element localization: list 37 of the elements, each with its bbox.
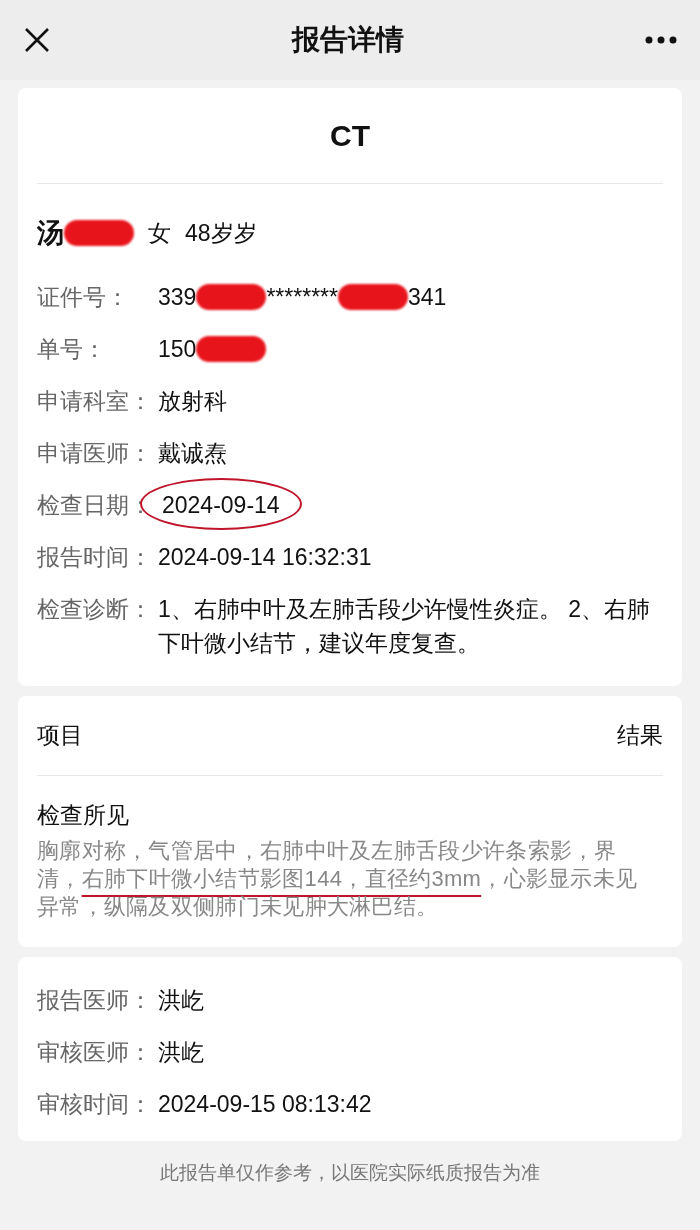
field-label: 申请医师： bbox=[37, 439, 153, 468]
field-label: 报告时间： bbox=[37, 543, 153, 572]
findings-text: 胸廓对称，气管居中，右肺中叶及左肺舌段少许条索影，界清，右肺下叶微小结节影图144，直径约3mm，心影显示未见异常，纵隔及双侧肺门未见肿大淋巴结。 bbox=[37, 836, 639, 921]
redaction-mark bbox=[196, 284, 267, 310]
value-text: 2024-09-14 16:32:31 bbox=[158, 543, 372, 572]
patient-sex: 女 bbox=[148, 218, 171, 248]
field-value: 洪屹 bbox=[158, 1037, 204, 1067]
patient-name: 汤 bbox=[37, 216, 64, 250]
field-value: 洪屹 bbox=[158, 985, 204, 1015]
redaction-mark bbox=[196, 336, 267, 362]
redaction-mark bbox=[338, 284, 408, 310]
column-header: 结果 bbox=[617, 721, 663, 751]
field-label: 证件号： bbox=[37, 283, 130, 312]
field-label: 报告医师： bbox=[37, 985, 153, 1015]
field-value: 2024-09-15 08:13:42 bbox=[158, 1089, 372, 1119]
value-text: ******** bbox=[266, 283, 338, 312]
field-label: 审核医师： bbox=[37, 1037, 153, 1067]
report-title: CT bbox=[330, 118, 370, 154]
value-text: 1、右肺中叶及左肺舌段少许慢性炎症。 2、右肺下叶微小结节，建议年度复查。 bbox=[158, 595, 651, 658]
field-label: 检查诊断： bbox=[37, 595, 153, 624]
more-icon bbox=[645, 36, 677, 44]
footer-note: 此报告单仅作参考，以医院实际纸质报告为准 bbox=[160, 1160, 540, 1185]
field-label: 申请科室： bbox=[37, 387, 153, 416]
column-header: 项目 bbox=[37, 721, 83, 751]
patient-age: 48岁岁 bbox=[185, 218, 257, 248]
close-icon bbox=[24, 27, 50, 53]
section-title: 检查所见 bbox=[37, 801, 130, 830]
value-text: 放射科 bbox=[158, 387, 227, 416]
field-label: 审核时间： bbox=[37, 1089, 153, 1119]
value-text: 341 bbox=[408, 283, 447, 312]
value-text: 150 bbox=[158, 335, 197, 364]
page-title: 报告详情 bbox=[292, 23, 404, 57]
value-text: 339 bbox=[158, 283, 197, 312]
value-text: 戴诚焘 bbox=[158, 439, 227, 468]
value-text: 2024-09-14 bbox=[162, 492, 280, 518]
field-label: 单号： bbox=[37, 335, 107, 364]
redaction-mark bbox=[64, 220, 134, 246]
